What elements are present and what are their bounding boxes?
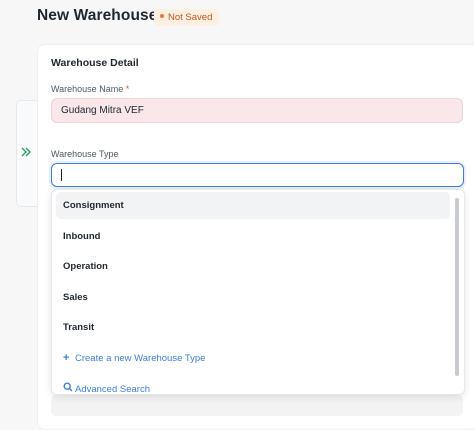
dropdown-option-inbound[interactable]: Inbound: [56, 223, 450, 250]
search-glyph: [63, 382, 73, 392]
create-warehouse-type-link[interactable]: + Create a new Warehouse Type: [63, 352, 205, 364]
dropdown-option-transit[interactable]: Transit: [56, 314, 450, 341]
status-badge-label: Not Saved: [168, 12, 213, 23]
warehouse-name-input[interactable]: Gudang Mitra VEF: [51, 98, 463, 123]
dropdown-option-consignment[interactable]: Consignment: [56, 192, 450, 219]
page-title: New Warehouse: [37, 7, 158, 24]
page-header: New Warehouse Not Saved: [0, 0, 474, 38]
advanced-search-label: Advanced Search: [75, 384, 150, 395]
warehouse-name-label: Warehouse Name *: [51, 84, 129, 94]
warehouse-type-label: Warehouse Type: [51, 149, 119, 159]
create-warehouse-type-label: Create a new Warehouse Type: [75, 353, 206, 364]
advanced-search-link[interactable]: Advanced Search: [63, 382, 150, 395]
obscured-field: [51, 395, 463, 416]
warehouse-type-input[interactable]: [51, 163, 464, 187]
text-caret: [61, 169, 62, 181]
warehouse-type-dropdown: Consignment Inbound Operation Sales Tran…: [51, 189, 465, 395]
double-chevron-right-icon[interactable]: [20, 146, 36, 160]
section-title: Warehouse Detail: [51, 57, 139, 69]
required-marker: *: [125, 84, 130, 94]
dropdown-option-sales[interactable]: Sales: [56, 284, 450, 311]
dropdown-option-operation[interactable]: Operation: [56, 253, 450, 280]
search-icon: [63, 382, 75, 394]
status-dot-icon: [160, 14, 164, 19]
warehouse-name-label-text: Warehouse Name: [51, 84, 124, 94]
sidebar-toggle-glyph: [21, 147, 31, 157]
status-badge: Not Saved: [154, 9, 220, 26]
dropdown-scrollbar[interactable]: [455, 198, 459, 376]
plus-icon: +: [63, 352, 70, 364]
